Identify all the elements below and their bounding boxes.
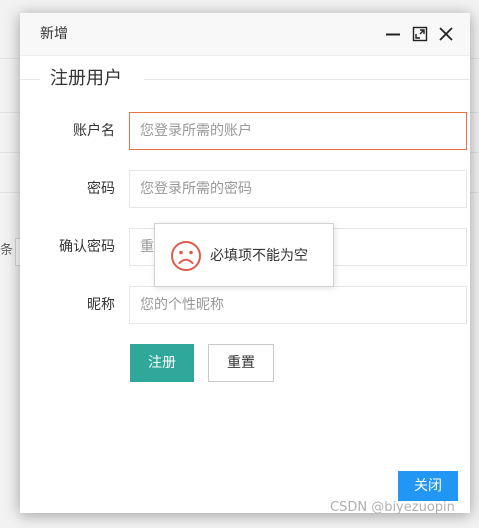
reset-button[interactable]: 重置 (208, 344, 274, 382)
form-legend: 注册用户 (50, 68, 122, 89)
minimize-icon[interactable] (385, 26, 401, 42)
background-pager-text: 条 (0, 243, 14, 258)
toast-message: 必填项不能为空 (210, 248, 308, 264)
fieldset-divider (20, 79, 40, 80)
maximize-icon[interactable] (412, 26, 428, 42)
close-icon[interactable] (438, 26, 454, 42)
nickname-input[interactable] (129, 286, 467, 324)
account-label: 账户名 (73, 123, 115, 139)
password-input[interactable] (129, 170, 467, 208)
fieldset-divider (144, 79, 470, 80)
account-input[interactable] (129, 112, 467, 150)
sad-face-icon (171, 241, 201, 271)
dialog-title: 新增 (40, 26, 68, 42)
password-label: 密码 (87, 181, 115, 197)
watermark: CSDN @biyezuopin (330, 500, 455, 515)
nickname-label: 昵称 (87, 297, 115, 313)
dialog-titlebar[interactable]: 新增 (20, 13, 470, 56)
confirm-password-label: 确认密码 (59, 239, 115, 255)
close-dialog-button[interactable]: 关闭 (398, 471, 458, 501)
validation-toast: 必填项不能为空 (154, 223, 334, 287)
register-button[interactable]: 注册 (130, 344, 194, 382)
